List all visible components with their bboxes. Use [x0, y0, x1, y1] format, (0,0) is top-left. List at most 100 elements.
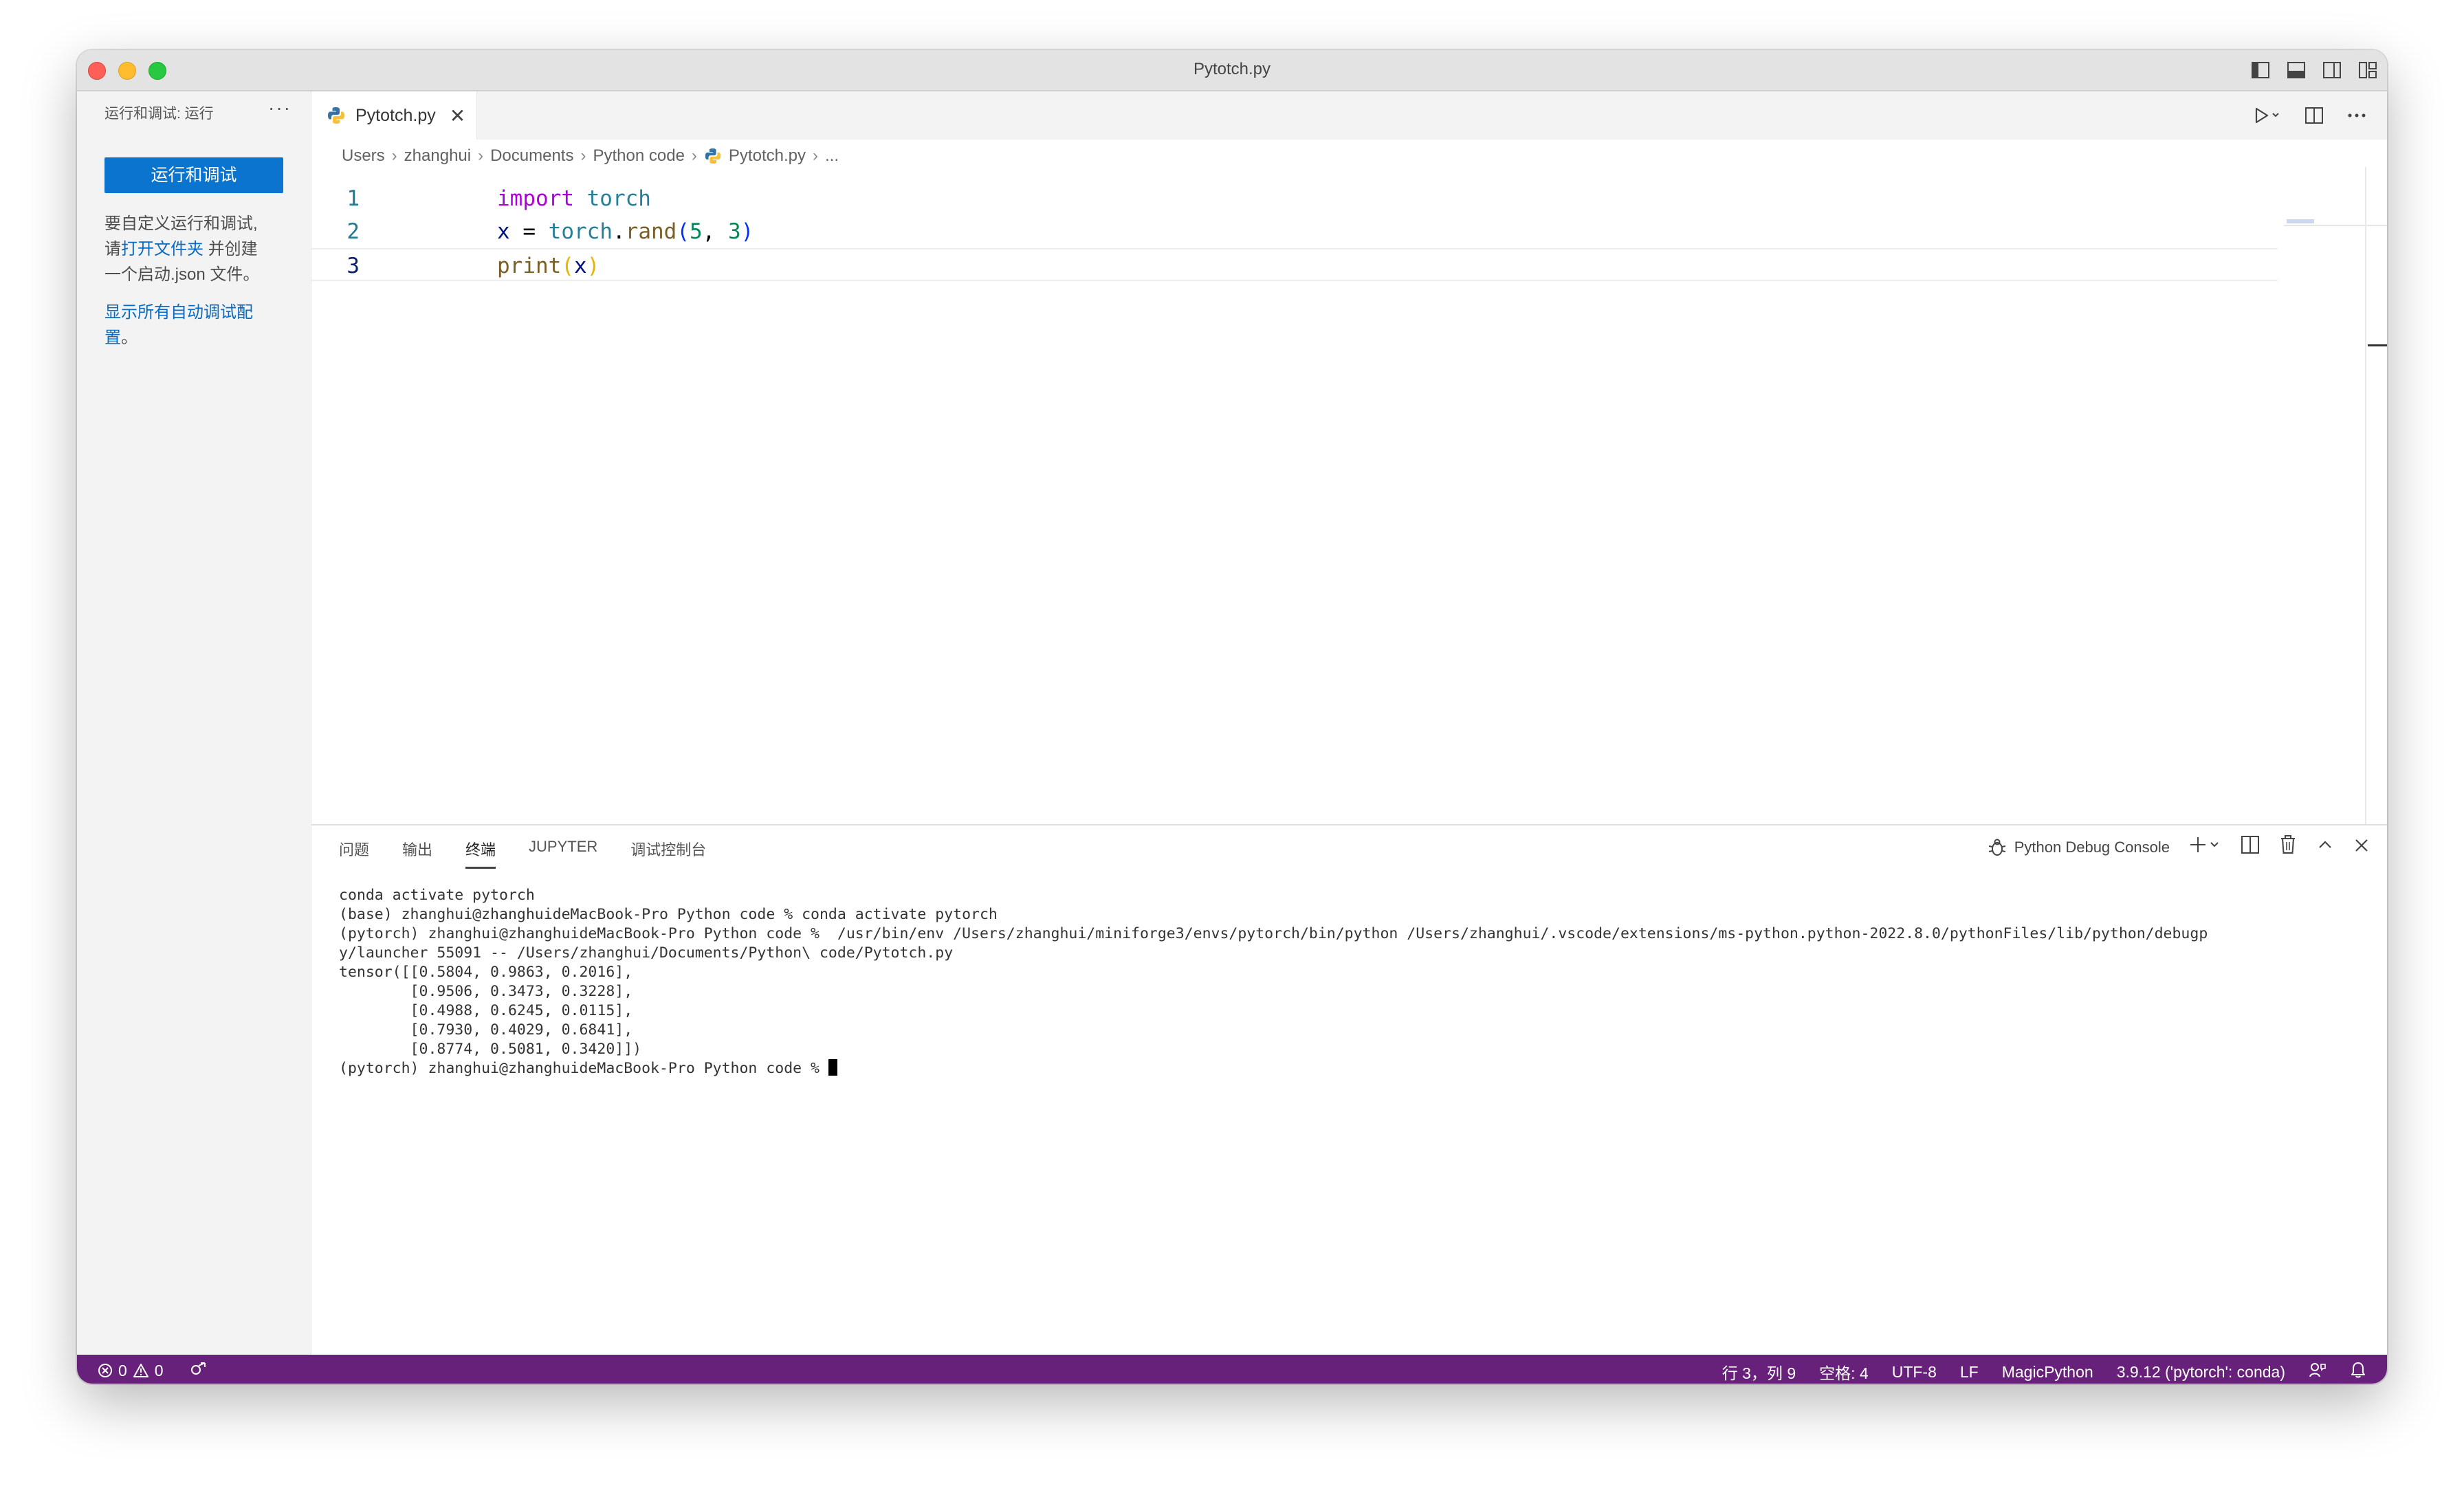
- cursor-position[interactable]: 行 3，列 9: [1722, 1360, 1796, 1384]
- breadcrumb: Users › zhanghui › Documents › Python code ›…: [311, 140, 2335, 173]
- toggle-primary-sidebar-icon[interactable]: [2250, 60, 2272, 80]
- operator-token: =: [509, 219, 549, 244]
- chevron-right-icon: ›: [691, 146, 697, 165]
- editor-scrollbar[interactable]: [2365, 167, 2387, 875]
- function-token: rand: [625, 219, 677, 244]
- toggle-panel-icon[interactable]: [2285, 60, 2307, 80]
- terminal-line: conda activate pytorch: [339, 887, 535, 904]
- run-python-file-icon[interactable]: [2254, 104, 2281, 127]
- variable-token: x: [574, 254, 587, 278]
- trash-icon[interactable]: [2280, 835, 2296, 859]
- code-editor[interactable]: 1 import torch 2 x = torch.rand(5, 3) 3 …: [311, 168, 2278, 842]
- maximize-panel-icon[interactable]: [2317, 836, 2333, 858]
- code-line: 1 import torch: [311, 182, 2278, 215]
- comma-token: ,: [702, 219, 728, 244]
- paren-token: ): [740, 219, 754, 244]
- tab-terminal[interactable]: 终端: [465, 838, 496, 869]
- python-interpreter[interactable]: 3.9.12 ('pytorch': conda): [2117, 1363, 2285, 1382]
- breadcrumb-item[interactable]: Documents: [490, 146, 573, 166]
- tab-debug-console[interactable]: 调试控制台: [630, 838, 706, 869]
- desc-line-1: 要自定义运行和调试,: [104, 214, 258, 233]
- terminal-line: (pytorch) zhanghui@zhanghuideMacBook-Pro…: [339, 925, 2208, 942]
- live-share-icon[interactable]: [190, 1360, 209, 1381]
- module-token: torch: [573, 186, 651, 211]
- indentation[interactable]: 空格: 4: [1819, 1360, 1869, 1384]
- split-terminal-icon[interactable]: [2241, 836, 2259, 858]
- terminal-prompt: (pytorch) zhanghui@zhanghuideMacBook-Pro…: [339, 1060, 828, 1077]
- paren-token: (: [676, 219, 690, 244]
- number-token: 5: [690, 219, 703, 244]
- tab-pytotch-py[interactable]: Pytotch.py ✕: [311, 91, 477, 140]
- warning-icon: [133, 1364, 148, 1377]
- desc-prefix: 请: [104, 240, 121, 258]
- show-all-line: 显示所有自动调试配置。: [104, 300, 263, 351]
- error-count: 0: [118, 1361, 127, 1379]
- tab-label: Pytotch.py: [355, 105, 436, 125]
- variable-token: x: [497, 219, 510, 244]
- breadcrumb-item[interactable]: Pytotch.py: [729, 146, 806, 166]
- language-mode[interactable]: MagicPython: [2002, 1363, 2093, 1382]
- vscode-window: Pytotch.py 运行和调试: 运行 ··· 运行和调试 要自定义运行和调试…: [77, 50, 2387, 1384]
- editor-more-actions-icon[interactable]: [2347, 104, 2366, 127]
- new-terminal-icon[interactable]: [2190, 836, 2221, 858]
- feedback-icon[interactable]: [2309, 1362, 2326, 1382]
- tab-problems[interactable]: 问题: [339, 838, 369, 869]
- tab-output[interactable]: 输出: [402, 838, 432, 869]
- line-number: 2: [346, 219, 360, 244]
- toggle-secondary-sidebar-icon[interactable]: [2321, 60, 2343, 80]
- warning-count: 0: [154, 1361, 164, 1379]
- end-of-line[interactable]: LF: [1960, 1363, 1979, 1382]
- current-code-line: 3 print(x): [311, 248, 2278, 281]
- breadcrumb-item[interactable]: Python code: [593, 146, 684, 166]
- minimap-code-preview: [2287, 219, 2314, 223]
- terminal-line: [0.4988, 0.6245, 0.0115],: [339, 1002, 633, 1019]
- bottom-panel: 问题 输出 终端 JUPYTER 调试控制台 Python Debug Cons…: [311, 824, 2387, 1356]
- terminal-line: y/launcher 55091 -- /Users/zhanghui/Docu…: [339, 944, 954, 962]
- debug-icon: [1988, 839, 2005, 856]
- breadcrumb-item[interactable]: ...: [825, 146, 839, 166]
- paren-token: (: [561, 254, 574, 278]
- desc-line-3: 一个启动.json 文件。: [104, 265, 260, 284]
- more-actions-icon[interactable]: ···: [268, 97, 292, 119]
- encoding[interactable]: UTF-8: [1892, 1363, 1937, 1382]
- terminal-selector[interactable]: Python Debug Console: [1987, 837, 2170, 858]
- desc-suffix: 并创建: [204, 240, 258, 258]
- function-token: print: [497, 254, 562, 278]
- module-token: torch: [548, 219, 613, 244]
- chevron-right-icon: ›: [391, 146, 397, 165]
- tab-close-icon[interactable]: ✕: [450, 104, 465, 127]
- terminal-line: tensor([[0.5804, 0.9863, 0.2016],: [339, 964, 633, 981]
- number-token: 3: [728, 219, 741, 244]
- window-title: Pytotch.py: [1193, 60, 1271, 78]
- error-icon: [98, 1364, 112, 1377]
- open-folder-link[interactable]: 打开文件夹: [121, 240, 204, 258]
- chevron-right-icon: ›: [580, 146, 586, 165]
- terminal-line: (base) zhanghui@zhanghuideMacBook-Pro Py…: [339, 906, 998, 923]
- terminal-line: [0.8774, 0.5081, 0.3420]]): [339, 1041, 642, 1058]
- run-debug-sidebar: 运行和调试: 运行 ··· 运行和调试 要自定义运行和调试, 请打开文件夹 并创…: [77, 91, 311, 1384]
- desc-line-2: 请打开文件夹 并创建: [104, 236, 290, 262]
- line-number: 3: [346, 254, 360, 278]
- tab-jupyter[interactable]: JUPYTER: [529, 838, 597, 869]
- notifications-bell-icon[interactable]: [2350, 1361, 2366, 1383]
- breadcrumb-item[interactable]: zhanghui: [404, 146, 471, 166]
- title-bar: Pytotch.py: [77, 50, 2387, 91]
- code-line: 2 x = torch.rand(5, 3): [311, 215, 2278, 248]
- problems-status[interactable]: 0 0: [98, 1362, 164, 1380]
- run-and-debug-button[interactable]: 运行和调试: [104, 157, 283, 193]
- chevron-right-icon: ›: [812, 146, 818, 165]
- dot-token: .: [613, 219, 626, 244]
- python-file-icon: [328, 107, 344, 124]
- close-panel-icon[interactable]: [2354, 836, 2369, 858]
- terminal-output[interactable]: conda activate pytorch (base) zhanghui@z…: [339, 886, 2374, 1078]
- terminal-name: Python Debug Console: [2014, 838, 2170, 856]
- keyword-token: import: [497, 186, 574, 211]
- line-number: 1: [346, 186, 360, 211]
- breadcrumb-item[interactable]: Users: [342, 146, 385, 166]
- terminal-line: [0.7930, 0.4029, 0.6841],: [339, 1021, 633, 1039]
- split-editor-icon[interactable]: [2304, 104, 2324, 127]
- terminal-prompt-line: (pytorch) zhanghui@zhanghuideMacBook-Pro…: [339, 1059, 2374, 1078]
- status-bar: 0 0 行 3，列 9 空格: 4 UTF-8 LF MagicPython 3…: [77, 1355, 2387, 1384]
- chevron-right-icon: ›: [478, 146, 484, 165]
- customize-layout-icon[interactable]: [2357, 60, 2379, 80]
